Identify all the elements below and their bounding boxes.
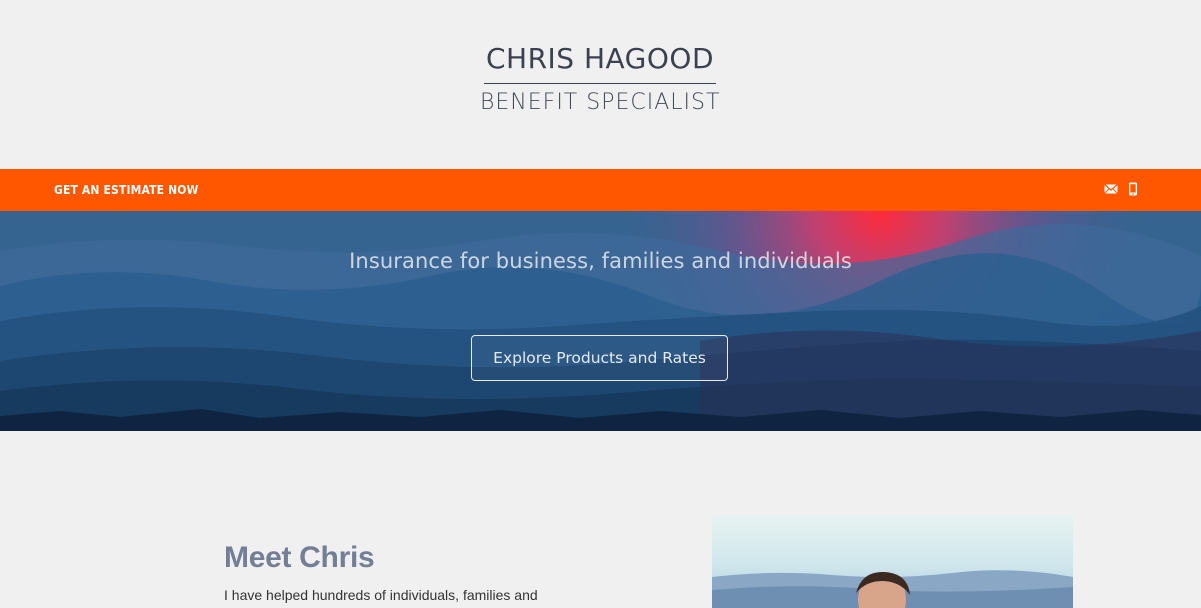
phone-icon[interactable] [1126,182,1140,196]
hero-banner: Insurance for business, families and ind… [0,211,1201,431]
mountain-sunset-image [0,211,1201,431]
logo-name: CHRIS HAGOOD [485,42,715,75]
mail-icon[interactable] [1104,182,1118,196]
logo-divider [484,83,716,84]
top-action-bar: GET AN ESTIMATE NOW [0,169,1201,211]
about-paragraph: I have helped hundreds of individuals, f… [224,587,538,603]
about-heading: Meet Chris [224,541,375,574]
logo-tagline: BENEFIT SPECIALIST [480,90,721,115]
get-estimate-link[interactable]: GET AN ESTIMATE NOW [54,182,199,197]
site-logo[interactable]: CHRIS HAGOOD BENEFIT SPECIALIST [480,42,720,116]
about-section: Meet Chris I have helped hundreds of ind… [0,431,1201,608]
profile-photo [712,515,1073,608]
hero-headline: Insurance for business, families and ind… [349,249,852,273]
site-header: CHRIS HAGOOD BENEFIT SPECIALIST [0,0,1201,169]
explore-products-button[interactable]: Explore Products and Rates [471,335,728,381]
